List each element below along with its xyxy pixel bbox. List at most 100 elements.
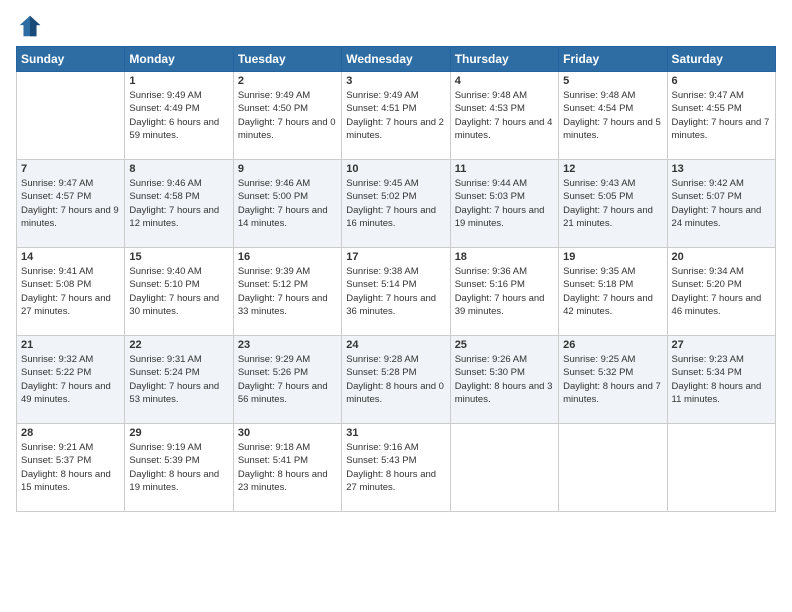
day-number: 8	[129, 163, 228, 175]
calendar-cell: 5Sunrise: 9:48 AMSunset: 4:54 PMDaylight…	[559, 72, 667, 160]
day-info: Sunrise: 9:26 AMSunset: 5:30 PMDaylight:…	[455, 353, 554, 406]
daylight-text: Daylight: 7 hours and 27 minutes.	[21, 292, 120, 319]
sunset-text: Sunset: 4:50 PM	[238, 102, 337, 115]
sunrise-text: Sunrise: 9:47 AM	[21, 177, 120, 190]
week-row-1: 7Sunrise: 9:47 AMSunset: 4:57 PMDaylight…	[17, 160, 776, 248]
header	[16, 12, 776, 40]
day-number: 4	[455, 75, 554, 87]
calendar-cell	[667, 424, 775, 512]
day-info: Sunrise: 9:41 AMSunset: 5:08 PMDaylight:…	[21, 265, 120, 318]
daylight-text: Daylight: 7 hours and 33 minutes.	[238, 292, 337, 319]
day-info: Sunrise: 9:48 AMSunset: 4:53 PMDaylight:…	[455, 89, 554, 142]
day-number: 29	[129, 427, 228, 439]
calendar-cell: 18Sunrise: 9:36 AMSunset: 5:16 PMDayligh…	[450, 248, 558, 336]
day-info: Sunrise: 9:36 AMSunset: 5:16 PMDaylight:…	[455, 265, 554, 318]
calendar-cell: 23 Sunrise: 9:29 AMSunset: 5:26 PMDayligh…	[233, 336, 341, 424]
day-info: Sunrise: 9:31 AMSunset: 5:24 PMDaylight:…	[129, 353, 228, 406]
daylight-text: Daylight: 7 hours and 7 minutes.	[672, 116, 771, 143]
day-number: 7	[21, 163, 120, 175]
header-cell-wednesday: Wednesday	[342, 47, 450, 72]
sunset-text: Sunset: 4:49 PM	[129, 102, 228, 115]
sunrise-text: Sunrise: 9:26 AM	[455, 353, 554, 366]
day-info: Sunrise: 9:16 AMSunset: 5:43 PMDaylight:…	[346, 441, 445, 494]
day-info: Sunrise: 9:47 AMSunset: 4:57 PMDaylight:…	[21, 177, 120, 230]
sunset-text: Sunset: 5:02 PM	[346, 190, 445, 203]
day-info: Sunrise: 9:38 AMSunset: 5:14 PMDaylight:…	[346, 265, 445, 318]
daylight-text: Daylight: 8 hours and 19 minutes.	[129, 468, 228, 495]
sunset-text: Sunset: 5:18 PM	[563, 278, 662, 291]
calendar-cell: 26Sunrise: 9:25 AMSunset: 5:32 PMDayligh…	[559, 336, 667, 424]
sunset-text: Sunset: 4:57 PM	[21, 190, 120, 203]
calendar-cell: 21Sunrise: 9:32 AMSunset: 5:22 PMDayligh…	[17, 336, 125, 424]
day-info: Sunrise: 9:46 AMSunset: 5:00 PMDaylight:…	[238, 177, 337, 230]
sunset-text: Sunset: 4:58 PM	[129, 190, 228, 203]
sunrise-text: Sunrise: 9:49 AM	[238, 89, 337, 102]
daylight-text: Daylight: 7 hours and 12 minutes.	[129, 204, 228, 231]
sunrise-text: Sunrise: 9:46 AM	[238, 177, 337, 190]
day-number: 13	[672, 163, 771, 175]
daylight-text: Daylight: 7 hours and 16 minutes.	[346, 204, 445, 231]
sunset-text: Sunset: 4:51 PM	[346, 102, 445, 115]
day-info: Sunrise: 9:39 AMSunset: 5:12 PMDaylight:…	[238, 265, 337, 318]
daylight-text: Daylight: 8 hours and 7 minutes.	[563, 380, 662, 407]
day-info: Sunrise: 9:45 AMSunset: 5:02 PMDaylight:…	[346, 177, 445, 230]
sunrise-text: Sunrise: 9:36 AM	[455, 265, 554, 278]
day-info: Sunrise: 9:48 AMSunset: 4:54 PMDaylight:…	[563, 89, 662, 142]
day-number: 28	[21, 427, 120, 439]
day-number: 14	[21, 251, 120, 263]
day-number: 19	[563, 251, 662, 263]
sunset-text: Sunset: 4:55 PM	[672, 102, 771, 115]
daylight-text: Daylight: 7 hours and 19 minutes.	[455, 204, 554, 231]
sunrise-text: Sunrise: 9:25 AM	[563, 353, 662, 366]
sunset-text: Sunset: 5:24 PM	[129, 366, 228, 379]
daylight-text: Daylight: 7 hours and 56 minutes.	[238, 380, 337, 407]
week-row-3: 21Sunrise: 9:32 AMSunset: 5:22 PMDayligh…	[17, 336, 776, 424]
day-number: 11	[455, 163, 554, 175]
daylight-text: Daylight: 7 hours and 0 minutes.	[238, 116, 337, 143]
day-number: 17	[346, 251, 445, 263]
sunrise-text: Sunrise: 9:38 AM	[346, 265, 445, 278]
daylight-text: Daylight: 8 hours and 3 minutes.	[455, 380, 554, 407]
calendar-cell: 13Sunrise: 9:42 AMSunset: 5:07 PMDayligh…	[667, 160, 775, 248]
daylight-text: Daylight: 8 hours and 15 minutes.	[21, 468, 120, 495]
sunrise-text: Sunrise: 9:19 AM	[129, 441, 228, 454]
sunset-text: Sunset: 5:14 PM	[346, 278, 445, 291]
sunrise-text: Sunrise: 9:16 AM	[346, 441, 445, 454]
day-number: 26	[563, 339, 662, 351]
sunset-text: Sunset: 5:10 PM	[129, 278, 228, 291]
day-info: Sunrise: 9:47 AMSunset: 4:55 PMDaylight:…	[672, 89, 771, 142]
daylight-text: Daylight: 8 hours and 27 minutes.	[346, 468, 445, 495]
day-number: 27	[672, 339, 771, 351]
calendar-cell: 28 Sunrise: 9:21 AMSunset: 5:37 PMDayligh…	[17, 424, 125, 512]
calendar-cell: 1Sunrise: 9:49 AMSunset: 4:49 PMDaylight…	[125, 72, 233, 160]
day-info: Sunrise: 9:46 AMSunset: 4:58 PMDaylight:…	[129, 177, 228, 230]
calendar-cell: 9Sunrise: 9:46 AMSunset: 5:00 PMDaylight…	[233, 160, 341, 248]
calendar-cell: 6Sunrise: 9:47 AMSunset: 4:55 PMDaylight…	[667, 72, 775, 160]
calendar-cell: 15Sunrise: 9:40 AMSunset: 5:10 PMDayligh…	[125, 248, 233, 336]
week-row-2: 14 Sunrise: 9:41 AMSunset: 5:08 PMDayligh…	[17, 248, 776, 336]
day-info: Sunrise: 9:19 AMSunset: 5:39 PMDaylight:…	[129, 441, 228, 494]
day-info: Sunrise: 9:21 AMSunset: 5:37 PMDaylight:…	[21, 441, 120, 494]
daylight-text: Daylight: 8 hours and 11 minutes.	[672, 380, 771, 407]
daylight-text: Daylight: 7 hours and 30 minutes.	[129, 292, 228, 319]
header-cell-monday: Monday	[125, 47, 233, 72]
sunrise-text: Sunrise: 9:41 AM	[21, 265, 120, 278]
sunset-text: Sunset: 4:53 PM	[455, 102, 554, 115]
sunrise-text: Sunrise: 9:40 AM	[129, 265, 228, 278]
sunrise-text: Sunrise: 9:49 AM	[346, 89, 445, 102]
day-info: Sunrise: 9:49 AMSunset: 4:50 PMDaylight:…	[238, 89, 337, 142]
sunset-text: Sunset: 5:05 PM	[563, 190, 662, 203]
sunset-text: Sunset: 5:26 PM	[238, 366, 337, 379]
calendar-table: SundayMondayTuesdayWednesdayThursdayFrid…	[16, 46, 776, 512]
calendar-cell: 17 Sunrise: 9:38 AMSunset: 5:14 PMDayligh…	[342, 248, 450, 336]
day-info: Sunrise: 9:29 AMSunset: 5:26 PMDaylight:…	[238, 353, 337, 406]
calendar-cell	[17, 72, 125, 160]
daylight-text: Daylight: 7 hours and 2 minutes.	[346, 116, 445, 143]
daylight-text: Daylight: 7 hours and 49 minutes.	[21, 380, 120, 407]
daylight-text: Daylight: 7 hours and 21 minutes.	[563, 204, 662, 231]
daylight-text: Daylight: 7 hours and 53 minutes.	[129, 380, 228, 407]
calendar-cell: 25Sunrise: 9:26 AMSunset: 5:30 PMDayligh…	[450, 336, 558, 424]
sunset-text: Sunset: 5:37 PM	[21, 454, 120, 467]
day-number: 23	[238, 339, 337, 351]
calendar-cell: 22Sunrise: 9:31 AMSunset: 5:24 PMDayligh…	[125, 336, 233, 424]
